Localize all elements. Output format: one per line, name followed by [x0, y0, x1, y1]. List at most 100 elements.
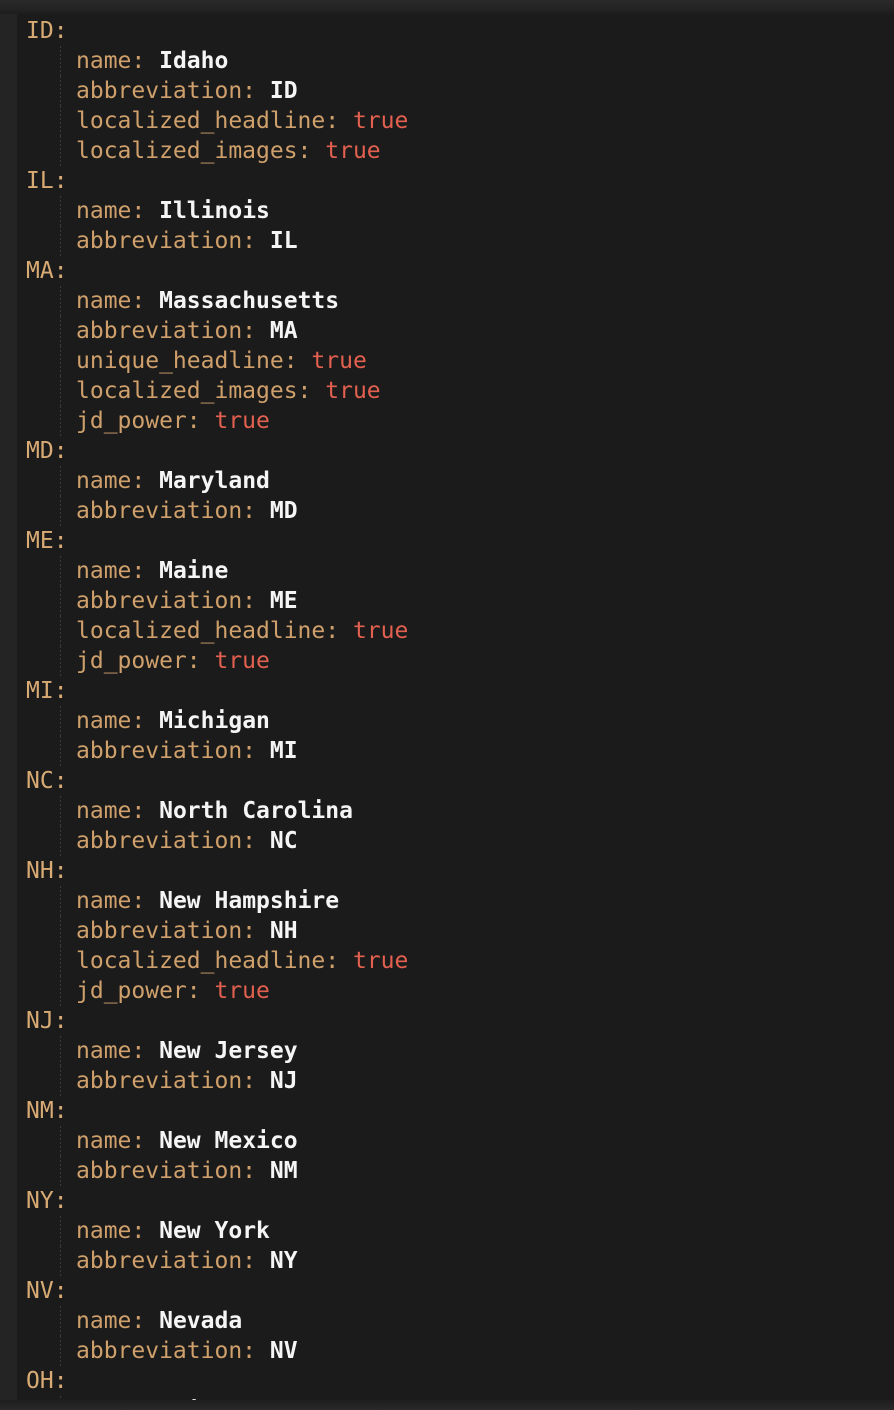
yaml-top-level-key-line[interactable]: MD:	[17, 436, 894, 466]
yaml-space	[256, 918, 270, 944]
yaml-string-value: Nevada	[159, 1308, 243, 1334]
yaml-field-line[interactable]: abbreviation: IL	[17, 226, 894, 256]
code-surface[interactable]: ID: name: Idaho abbreviation: ID localized_…	[17, 0, 894, 1410]
yaml-space	[311, 378, 325, 404]
yaml-field-line[interactable]: name: Maryland	[17, 466, 894, 496]
yaml-field-line[interactable]: localized_images: true	[17, 136, 894, 166]
yaml-key-id: ID:	[26, 18, 68, 44]
yaml-boolean-value: true	[214, 978, 270, 1004]
yaml-field-line[interactable]: abbreviation: NY	[17, 1246, 894, 1276]
yaml-string-value: NH	[269, 918, 298, 944]
yaml-field-line[interactable]: abbreviation: NV	[17, 1336, 894, 1366]
yaml-field-line[interactable]: abbreviation: MI	[17, 736, 894, 766]
yaml-top-level-key-line[interactable]: NV:	[17, 1276, 894, 1306]
yaml-space	[256, 498, 270, 524]
yaml-top-level-key-line[interactable]: MI:	[17, 676, 894, 706]
yaml-field-line[interactable]: name: North Carolina	[17, 796, 894, 826]
yaml-field-key: name:	[76, 468, 146, 494]
yaml-key-nv: NV:	[26, 1278, 68, 1304]
yaml-field-line[interactable]: localized_headline: true	[17, 616, 894, 646]
code-line-container: ID: name: Idaho abbreviation: ID localized_…	[17, 16, 894, 1410]
yaml-space	[256, 78, 270, 104]
window-bottom-bar	[0, 1400, 894, 1410]
yaml-top-level-key-line[interactable]: ME:	[17, 526, 894, 556]
yaml-field-key: name:	[76, 48, 146, 74]
yaml-space	[256, 1158, 270, 1184]
yaml-top-level-key-line[interactable]: NM:	[17, 1096, 894, 1126]
yaml-editor[interactable]: ID: name: Idaho abbreviation: ID localized_…	[0, 0, 894, 1410]
yaml-boolean-value: true	[214, 648, 270, 674]
yaml-field-line[interactable]: name: Nevada	[17, 1306, 894, 1336]
yaml-top-level-key-line[interactable]: NY:	[17, 1186, 894, 1216]
yaml-field-line[interactable]: name: Maine	[17, 556, 894, 586]
yaml-string-value: NV	[269, 1338, 298, 1364]
yaml-key-nh: NH:	[26, 858, 68, 884]
yaml-field-line[interactable]: localized_headline: true	[17, 946, 894, 976]
yaml-field-line[interactable]: name: New Hampshire	[17, 886, 894, 916]
yaml-string-value: New Mexico	[159, 1128, 298, 1154]
yaml-field-line[interactable]: abbreviation: ME	[17, 586, 894, 616]
yaml-field-line[interactable]: name: New Mexico	[17, 1126, 894, 1156]
yaml-field-key: unique_headline:	[76, 348, 298, 374]
yaml-top-level-key-line[interactable]: IL:	[17, 166, 894, 196]
yaml-field-line[interactable]: abbreviation: MA	[17, 316, 894, 346]
yaml-field-line[interactable]: abbreviation: NJ	[17, 1066, 894, 1096]
yaml-field-line[interactable]: name: Michigan	[17, 706, 894, 736]
yaml-field-line[interactable]: abbreviation: NH	[17, 916, 894, 946]
yaml-boolean-value: true	[352, 108, 409, 134]
yaml-field-line[interactable]: name: Idaho	[17, 46, 894, 76]
yaml-space	[256, 228, 270, 254]
yaml-field-line[interactable]: abbreviation: NC	[17, 826, 894, 856]
yaml-field-line[interactable]: localized_images: true	[17, 376, 894, 406]
yaml-space	[145, 1128, 159, 1154]
yaml-space	[145, 1308, 159, 1334]
yaml-field-line[interactable]: localized_headline: true	[17, 106, 894, 136]
yaml-space	[145, 798, 159, 824]
yaml-field-line[interactable]: jd_power: true	[17, 406, 894, 436]
yaml-top-level-key-line[interactable]: NC:	[17, 766, 894, 796]
yaml-field-line[interactable]: abbreviation: MD	[17, 496, 894, 526]
editor-gutter[interactable]	[0, 0, 17, 1410]
yaml-top-level-key-line[interactable]: ID:	[17, 16, 894, 46]
yaml-field-key: localized_headline:	[76, 618, 340, 644]
yaml-string-value: New Jersey	[159, 1038, 298, 1064]
yaml-top-level-key-line[interactable]: OH:	[17, 1366, 894, 1396]
yaml-boolean-value: true	[311, 348, 367, 374]
yaml-field-key: jd_power:	[76, 408, 201, 434]
yaml-space	[201, 648, 215, 674]
yaml-boolean-value: true	[352, 948, 409, 974]
yaml-field-line[interactable]: abbreviation: ID	[17, 76, 894, 106]
yaml-space	[256, 828, 270, 854]
yaml-key-me: ME:	[26, 528, 68, 554]
yaml-space	[298, 348, 312, 374]
yaml-space	[145, 288, 159, 314]
yaml-space	[256, 1338, 270, 1364]
yaml-field-line[interactable]: jd_power: true	[17, 976, 894, 1006]
yaml-string-value: Maine	[159, 558, 229, 584]
yaml-space	[339, 108, 353, 134]
yaml-key-ma: MA:	[26, 258, 68, 284]
yaml-top-level-key-line[interactable]: NH:	[17, 856, 894, 886]
yaml-boolean-value: true	[325, 138, 381, 164]
yaml-space	[145, 48, 159, 74]
yaml-top-level-key-line[interactable]: MA:	[17, 256, 894, 286]
yaml-field-line[interactable]: name: Illinois	[17, 196, 894, 226]
yaml-string-value: Massachusetts	[159, 288, 340, 314]
yaml-field-line[interactable]: jd_power: true	[17, 646, 894, 676]
yaml-field-line[interactable]: unique_headline: true	[17, 346, 894, 376]
yaml-field-line[interactable]: abbreviation: NM	[17, 1156, 894, 1186]
yaml-space	[145, 1038, 159, 1064]
yaml-string-value: ID	[269, 78, 298, 104]
yaml-field-key: localized_headline:	[76, 948, 340, 974]
yaml-top-level-key-line[interactable]: NJ:	[17, 1006, 894, 1036]
yaml-field-line[interactable]: name: New Jersey	[17, 1036, 894, 1066]
yaml-field-line[interactable]: name: Massachusetts	[17, 286, 894, 316]
yaml-key-mi: MI:	[26, 678, 68, 704]
yaml-field-key: abbreviation:	[76, 738, 257, 764]
yaml-boolean-value: true	[352, 618, 409, 644]
yaml-field-line[interactable]: name: New York	[17, 1216, 894, 1246]
yaml-field-key: name:	[76, 888, 146, 914]
yaml-string-value: New Hampshire	[159, 888, 340, 914]
yaml-string-value: MI	[269, 738, 298, 764]
yaml-space	[145, 468, 159, 494]
